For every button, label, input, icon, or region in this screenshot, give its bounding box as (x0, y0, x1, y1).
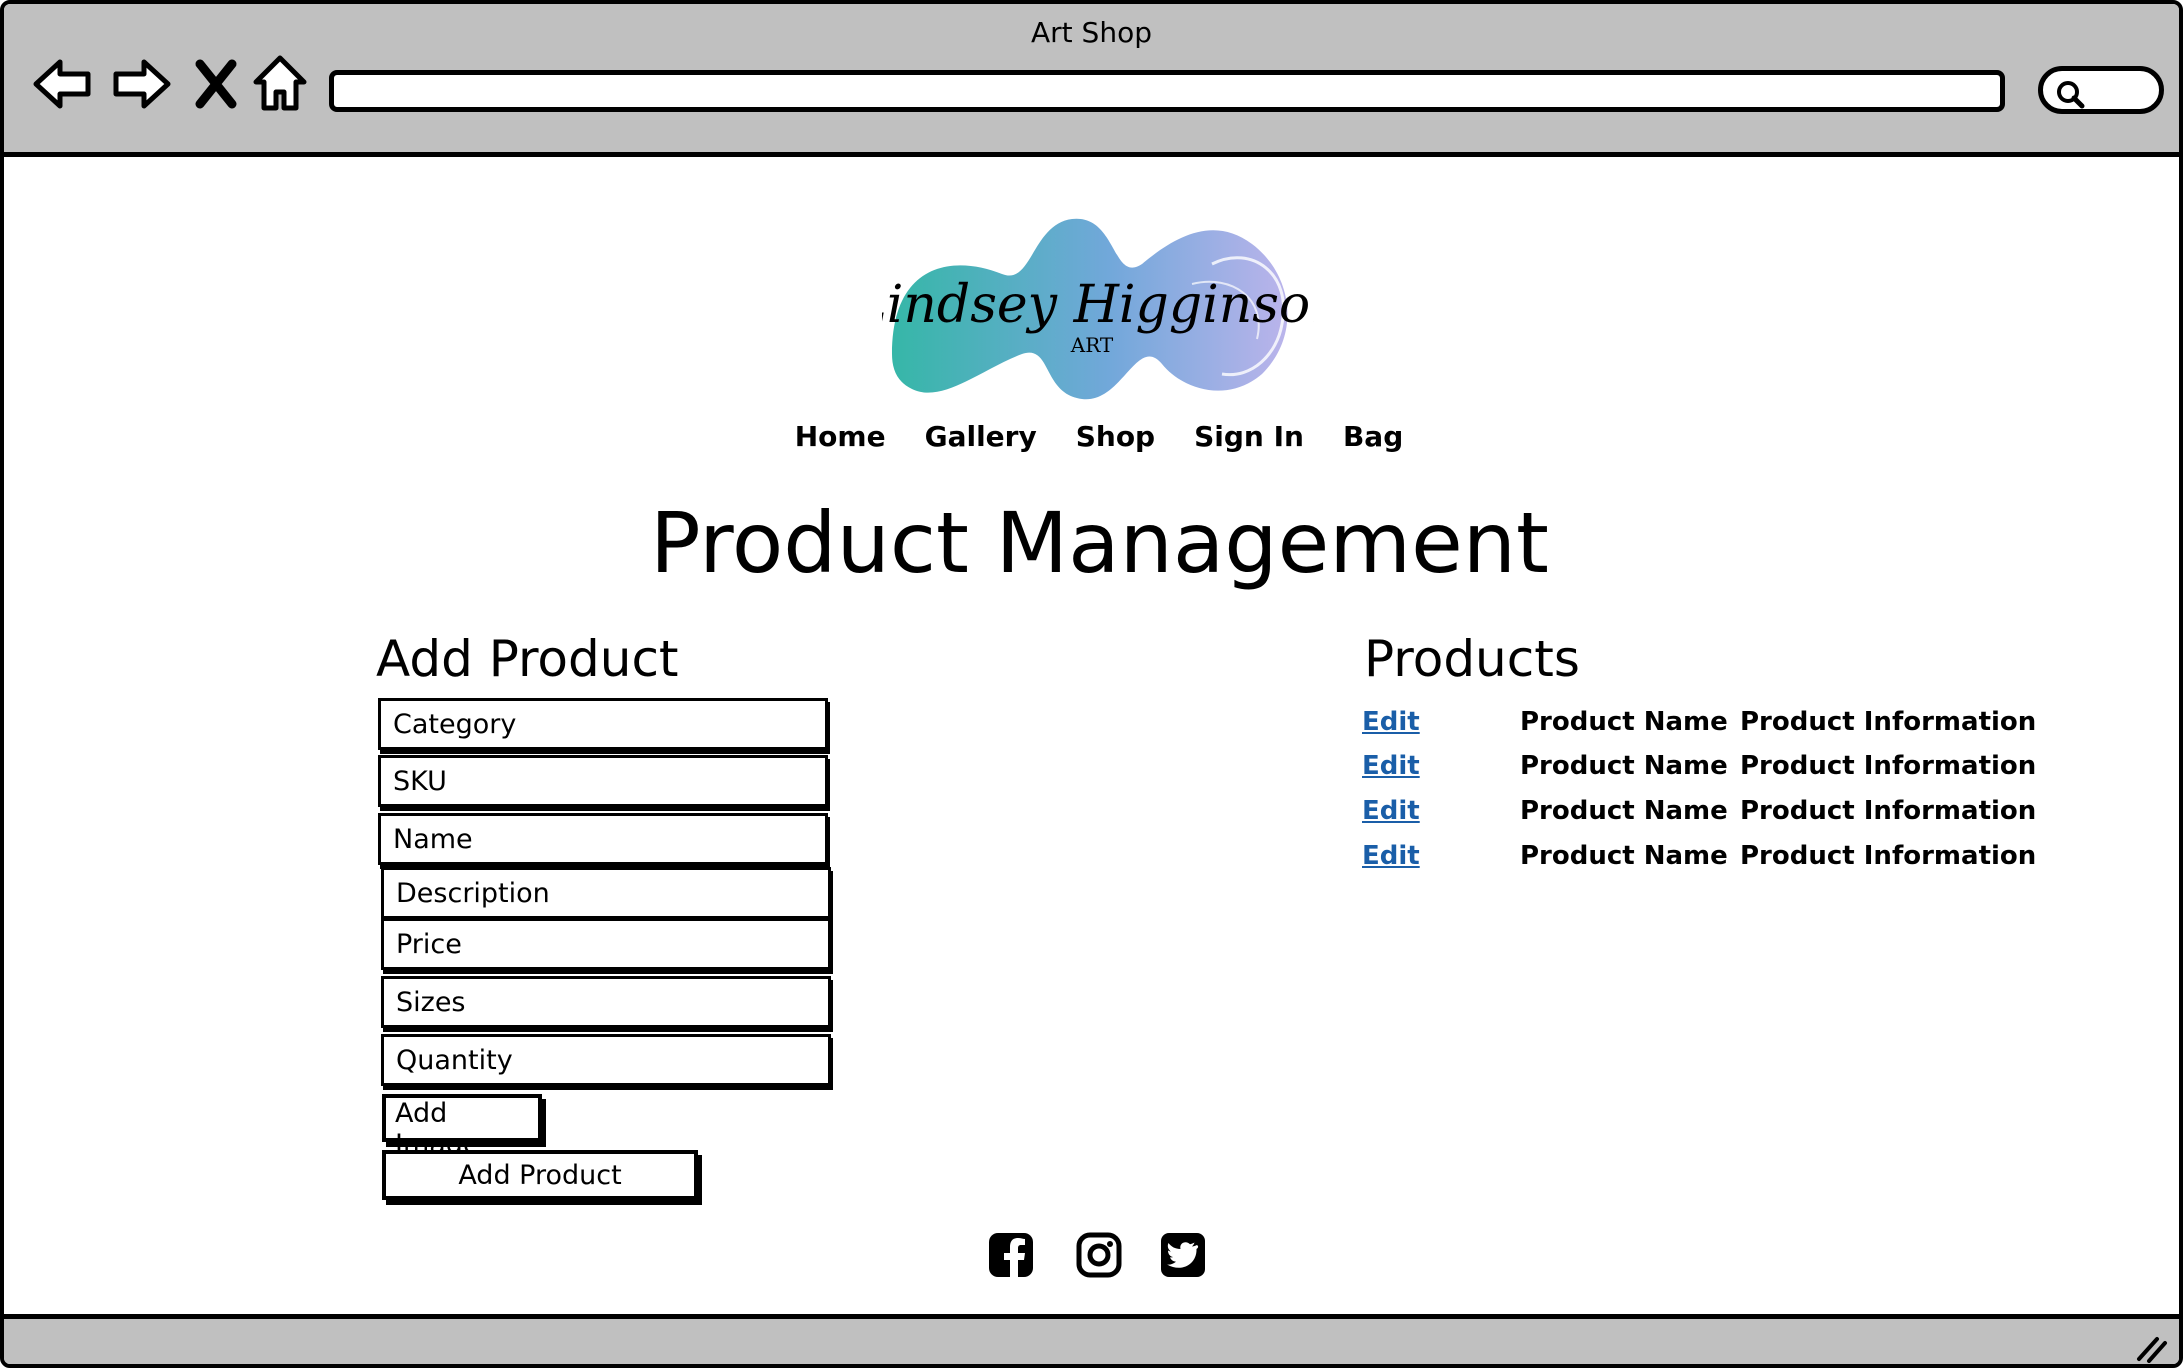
arrow-right-icon[interactable] (110, 52, 174, 116)
nav-sign-in[interactable]: Sign In (1194, 420, 1304, 453)
window-title: Art Shop (1031, 16, 1152, 49)
product-row: Edit Product Name Product Information (1362, 841, 2062, 881)
brand-logo[interactable]: Lindsey Higginson ART (882, 204, 1314, 412)
home-icon[interactable] (248, 52, 312, 116)
add-image-button[interactable]: Add Image (382, 1094, 542, 1160)
products-heading: Products (1364, 630, 1580, 688)
instagram-icon[interactable] (1076, 1232, 1122, 1278)
product-information: Product Information (1740, 751, 2037, 781)
address-bar[interactable] (329, 70, 2005, 112)
product-information: Product Information (1740, 707, 2037, 737)
nav-shop[interactable]: Shop (1076, 420, 1155, 453)
edit-link[interactable]: Edit (1362, 796, 1420, 826)
category-field[interactable] (378, 698, 828, 750)
browser-window: Art Shop indsey Higginso ART Home Galler… (0, 0, 2183, 1368)
product-row: Edit Product Name Product Information (1362, 796, 2062, 836)
add-product-button[interactable]: Add Product (382, 1150, 698, 1200)
product-name: Product Name (1520, 707, 1728, 737)
close-icon[interactable] (192, 52, 240, 116)
add-product-heading: Add Product (376, 630, 679, 688)
edit-link[interactable]: Edit (1362, 707, 1420, 737)
product-row: Edit Product Name Product Information (1362, 707, 2062, 747)
price-field[interactable] (381, 918, 831, 970)
nav-home[interactable]: Home (795, 420, 886, 453)
sizes-field[interactable] (381, 976, 831, 1028)
browser-toolbar: Art Shop (4, 4, 2179, 157)
product-row: Edit Product Name Product Information (1362, 751, 2062, 791)
main-nav: Home Gallery Shop Sign In Bag (4, 420, 2179, 453)
product-information: Product Information (1740, 796, 2037, 826)
page-title: Product Management (650, 494, 1549, 592)
name-field[interactable] (378, 813, 828, 865)
sku-field[interactable] (378, 755, 828, 807)
search-icon (2057, 81, 2085, 109)
resize-grip-icon[interactable] (2131, 1333, 2171, 1363)
edit-link[interactable]: Edit (1362, 841, 1420, 871)
arrow-left-icon[interactable] (30, 52, 94, 116)
product-name: Product Name (1520, 796, 1728, 826)
twitter-icon[interactable] (1160, 1232, 1206, 1278)
product-name: Product Name (1520, 841, 1728, 871)
nav-gallery[interactable]: Gallery (925, 420, 1037, 453)
nav-bag[interactable]: Bag (1343, 420, 1403, 453)
edit-link[interactable]: Edit (1362, 751, 1420, 781)
social-links (988, 1232, 1208, 1280)
product-information: Product Information (1740, 841, 2037, 871)
product-name: Product Name (1520, 751, 1728, 781)
logo-subtext: ART (1070, 333, 1114, 357)
browser-search-button[interactable] (2038, 66, 2164, 114)
browser-status-bar (4, 1314, 2179, 1364)
logo-text: Lindsey Higginson (882, 275, 1314, 335)
facebook-icon[interactable] (988, 1232, 1034, 1278)
description-field[interactable] (381, 867, 831, 919)
quantity-field[interactable] (381, 1034, 831, 1086)
